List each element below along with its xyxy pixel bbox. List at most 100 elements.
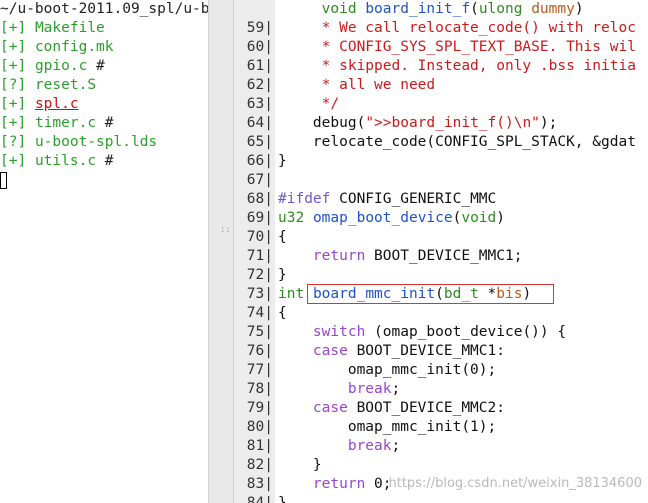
- code-token: void: [321, 1, 357, 17]
- code-text: debug(">>board_init_f()\n");: [278, 114, 557, 133]
- code-text: void board_init_f(ulong dummy): [278, 0, 584, 19]
- code-line[interactable]: 84|}: [234, 494, 648, 503]
- line-number: 79|: [234, 399, 275, 418]
- code-line[interactable]: 62| * all we need: [234, 76, 648, 95]
- file-name[interactable]: Makefile: [35, 20, 105, 36]
- line-number: 81|: [234, 437, 275, 456]
- code-line[interactable]: 77| omap_mmc_init(0);: [234, 361, 648, 380]
- code-token: #ifdef: [278, 191, 331, 207]
- line-number: 84|: [234, 494, 275, 503]
- code-token: }: [278, 457, 322, 473]
- code-token: {: [278, 229, 287, 245]
- code-text: return 0;: [278, 475, 392, 494]
- file-flag: #: [87, 58, 105, 74]
- tree-item[interactable]: [+] spl.c: [0, 95, 208, 114]
- line-number: 67|: [234, 171, 275, 190]
- code-text: u32 omap_boot_device(void): [278, 209, 505, 228]
- code-token: ): [496, 210, 506, 226]
- code-editor-panel[interactable]: void board_init_f(ulong dummy) 59| * We c…: [234, 0, 648, 503]
- file-flag: #: [96, 153, 114, 169]
- code-token: omap_boot_device: [312, 210, 453, 226]
- code-token: {: [278, 305, 287, 321]
- watermark: https://blog.csdn.net/weixin_38134600: [388, 476, 642, 491]
- code-line[interactable]: 68| #ifdef CONFIG_GENERIC_MMC: [234, 190, 648, 209]
- code-line[interactable]: 64| debug(">>board_init_f()\n");: [234, 114, 648, 133]
- code-token: BOOT_DEVICE_MMC2:: [347, 400, 505, 416]
- file-flag: #: [96, 115, 114, 131]
- code-line[interactable]: 69| u32 omap_boot_device(void): [234, 209, 648, 228]
- code-token: }: [278, 153, 287, 169]
- code-text: case BOOT_DEVICE_MMC2:: [278, 399, 505, 418]
- code-line[interactable]: void board_init_f(ulong dummy): [234, 0, 648, 19]
- code-text: * all we need: [278, 76, 436, 95]
- code-line[interactable]: 72|}: [234, 266, 648, 285]
- code-token: ulong: [478, 1, 523, 17]
- code-text: omap_mmc_init(0);: [278, 361, 496, 380]
- code-line[interactable]: 76| case BOOT_DEVICE_MMC1:: [234, 342, 648, 361]
- code-line[interactable]: 61| * skipped. Instead, only .bss initia: [234, 57, 648, 76]
- code-line[interactable]: 79| case BOOT_DEVICE_MMC2:: [234, 399, 648, 418]
- file-name[interactable]: reset.S: [35, 77, 96, 93]
- code-token: (omap_boot_device()) {: [365, 324, 567, 340]
- line-number: 77|: [234, 361, 275, 380]
- code-token: * all we need: [278, 77, 436, 93]
- code-text: switch (omap_boot_device()) {: [278, 323, 566, 342]
- code-line[interactable]: 60| * CONFIG_SYS_SPL_TEXT_BASE. This wil: [234, 38, 648, 57]
- line-number: 61|: [234, 57, 275, 76]
- file-name[interactable]: config.mk: [35, 39, 114, 55]
- code-line[interactable]: 71| return BOOT_DEVICE_MMC1;: [234, 247, 648, 266]
- code-line[interactable]: 75| switch (omap_boot_device()) {: [234, 323, 648, 342]
- code-line[interactable]: 67|: [234, 171, 648, 190]
- line-number: 68|: [234, 190, 275, 209]
- split-divider[interactable]: ::: [208, 0, 234, 503]
- code-text: }: [278, 494, 287, 503]
- code-line[interactable]: 74|{: [234, 304, 648, 323]
- code-token: }: [278, 495, 287, 503]
- code-token: omap_mmc_init(1);: [278, 419, 497, 435]
- tree-item[interactable]: [+] timer.c #: [0, 114, 208, 133]
- line-number: 83|: [234, 475, 275, 494]
- code-token: */: [278, 96, 340, 112]
- code-line[interactable]: 80| omap_mmc_init(1);: [234, 418, 648, 437]
- code-line[interactable]: 66|}: [234, 152, 648, 171]
- code-text: case BOOT_DEVICE_MMC1:: [278, 342, 505, 361]
- code-token: int: [278, 286, 305, 302]
- code-text: }: [278, 152, 287, 171]
- code-token: void: [461, 210, 497, 226]
- tree-item[interactable]: [?] u-boot-spl.lds: [0, 133, 208, 152]
- code-line[interactable]: 82| }: [234, 456, 648, 475]
- code-token: );: [539, 115, 558, 131]
- file-name[interactable]: u-boot-spl.lds: [35, 134, 157, 150]
- code-line[interactable]: 70|{: [234, 228, 648, 247]
- code-text: {: [278, 304, 287, 323]
- divider-grip-icon[interactable]: ::: [220, 226, 231, 235]
- code-token: return: [312, 476, 366, 492]
- code-token: dummy: [531, 1, 575, 17]
- code-text: * We call relocate_code() with reloc: [278, 19, 636, 38]
- code-token: return: [312, 248, 366, 264]
- code-token: ): [574, 1, 584, 17]
- tree-item[interactable]: [+] Makefile: [0, 19, 208, 38]
- code-text: {: [278, 228, 287, 247]
- code-line[interactable]: 81| break;: [234, 437, 648, 456]
- tree-item[interactable]: [+] config.mk: [0, 38, 208, 57]
- file-name[interactable]: spl.c: [35, 96, 79, 112]
- tree-root-path[interactable]: ~/u-boot-2011.09_spl/u-b: [0, 0, 208, 19]
- tree-item[interactable]: [+] gpio.c #: [0, 57, 208, 76]
- code-line[interactable]: 78| break;: [234, 380, 648, 399]
- code-line[interactable]: 65| relocate_code(CONFIG_SPL_STACK, &gda…: [234, 133, 648, 152]
- file-name[interactable]: timer.c: [35, 115, 96, 131]
- git-status-mark: [+]: [0, 20, 27, 36]
- line-number: 78|: [234, 380, 275, 399]
- file-name[interactable]: utils.c: [35, 153, 96, 169]
- code-line[interactable]: 63| */: [234, 95, 648, 114]
- tree-item[interactable]: [+] utils.c #: [0, 152, 208, 171]
- tree-item[interactable]: [?] reset.S: [0, 76, 208, 95]
- file-name[interactable]: gpio.c: [35, 58, 87, 74]
- code-line[interactable]: 59| * We call relocate_code() with reloc: [234, 19, 648, 38]
- line-number: 82|: [234, 456, 275, 475]
- line-number: [234, 0, 275, 19]
